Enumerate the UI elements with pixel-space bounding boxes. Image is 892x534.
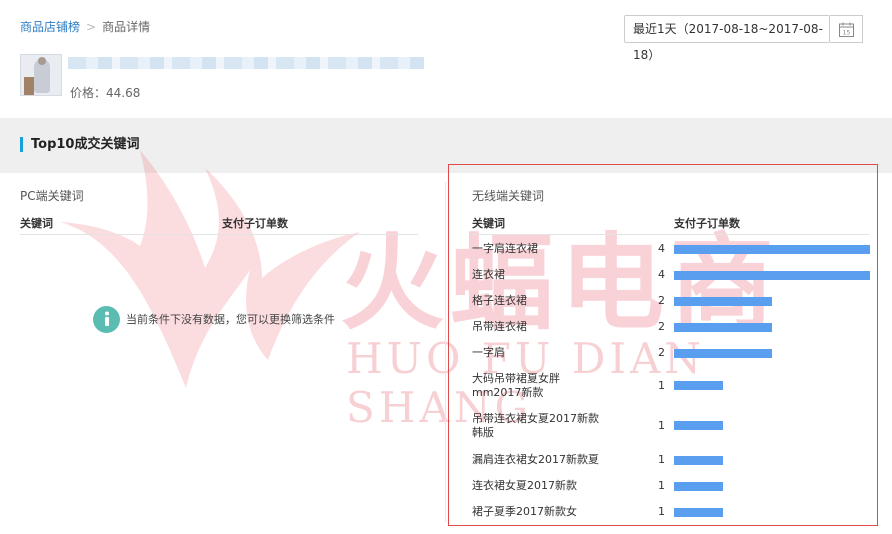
order-bar xyxy=(674,245,870,254)
order-bar xyxy=(674,323,772,332)
mobile-col-keyword: 关键词 xyxy=(472,217,505,230)
mobile-panel-title: 无线端关键词 xyxy=(472,189,545,203)
keyword-text: 格子连衣裙 xyxy=(472,294,527,307)
keyword-text: 连衣裙 xyxy=(472,268,505,281)
keyword-text: 大码吊带裙夏女胖mm2017新款 xyxy=(472,372,560,399)
calendar-day: 15 xyxy=(843,30,851,37)
keyword-text: 吊带连衣裙 xyxy=(472,320,527,333)
product-price: 价格：44.68 xyxy=(70,86,141,100)
keyword-text: 漏肩连衣裙女2017新款夏 xyxy=(472,453,599,466)
pc-panel-title: PC端关键词 xyxy=(20,189,84,203)
section-title: Top10成交关键词 xyxy=(20,137,139,152)
order-count: 2 xyxy=(658,320,665,333)
product-thumbnail[interactable] xyxy=(20,54,62,96)
breadcrumb-current: 商品详情 xyxy=(102,20,151,34)
order-bar xyxy=(674,482,723,491)
mobile-header-divider xyxy=(472,234,869,235)
breadcrumb-shop-rank-link[interactable]: 商品店铺榜 xyxy=(20,20,80,34)
order-count: 1 xyxy=(658,419,665,432)
order-count: 1 xyxy=(658,505,665,518)
breadcrumb: 商品店铺榜 > 商品详情 xyxy=(20,18,150,35)
product-title-blurred xyxy=(68,57,424,69)
order-bar xyxy=(674,508,723,517)
date-range-select[interactable]: 最近1天（2017-08-18~2017-08-18） xyxy=(624,15,830,62)
calendar-button[interactable]: 15 xyxy=(830,15,863,43)
keyword-text: 裙子夏季2017新款女 xyxy=(472,505,577,518)
keyword-text: 吊带连衣裙女夏2017新款韩版 xyxy=(472,412,599,439)
breadcrumb-separator: > xyxy=(86,20,97,34)
calendar-icon: 15 xyxy=(839,22,854,37)
order-bar xyxy=(674,381,723,390)
keyword-text: 一字肩 xyxy=(472,346,505,359)
annotation-highlight-box xyxy=(448,164,878,526)
panel-divider xyxy=(445,182,446,522)
order-count: 1 xyxy=(658,453,665,466)
order-count: 4 xyxy=(658,242,665,255)
mobile-col-orders: 支付子订单数 xyxy=(674,217,740,230)
info-icon xyxy=(93,305,120,333)
order-count: 1 xyxy=(658,479,665,492)
order-count: 2 xyxy=(658,294,665,307)
order-count: 4 xyxy=(658,268,665,281)
order-bar xyxy=(674,271,870,280)
order-count: 1 xyxy=(658,379,665,392)
empty-message: 当前条件下没有数据，您可以更换筛选条件 xyxy=(126,313,335,326)
pc-header-divider xyxy=(20,234,418,235)
watermark-english: HUO FU DIAN SHANG xyxy=(346,334,706,432)
keyword-text: 一字肩连衣裙 xyxy=(472,242,538,255)
order-bar xyxy=(674,456,723,465)
pc-col-orders: 支付子订单数 xyxy=(222,217,288,230)
pc-col-keyword: 关键词 xyxy=(20,217,53,230)
pc-empty-state: 当前条件下没有数据，您可以更换筛选条件 xyxy=(93,305,335,333)
order-bar xyxy=(674,297,772,306)
page-header: 商品店铺榜 > 商品详情 价格：44.68 最近1天（2017-08-18~2017… xyxy=(0,0,892,118)
order-bar xyxy=(674,421,723,430)
order-bar xyxy=(674,349,772,358)
order-count: 2 xyxy=(658,346,665,359)
keyword-text: 连衣裙女夏2017新款 xyxy=(472,479,577,492)
